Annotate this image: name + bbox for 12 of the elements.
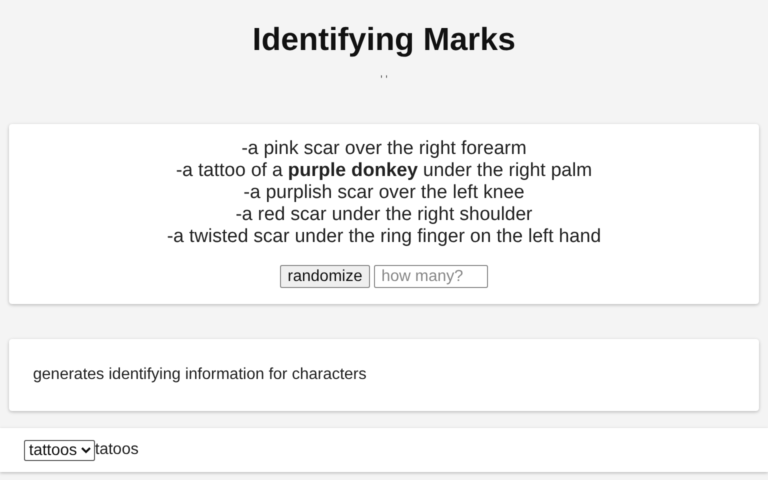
category-label: tatoos	[95, 441, 139, 459]
category-select[interactable]: tattoos	[24, 440, 95, 460]
randomize-button[interactable]: randomize	[280, 265, 370, 288]
mark-line: -a purplish scar over the left knee	[244, 182, 524, 204]
mark-line: -a red scar under the right shoulder	[236, 204, 532, 226]
mark-line: -a pink scar over the right forearm	[241, 138, 527, 160]
count-field[interactable]: how many?	[374, 265, 488, 288]
subtitle: ' '	[380, 74, 388, 86]
mark-line: -a twisted scar under the ring finger on the left hand	[166, 226, 602, 248]
mark-line: -a tattoo of a purple donkey under the right palm	[176, 160, 592, 182]
description-text: generates identifying information for characters	[33, 366, 367, 383]
page-title: Identifying Marks	[251, 20, 517, 58]
